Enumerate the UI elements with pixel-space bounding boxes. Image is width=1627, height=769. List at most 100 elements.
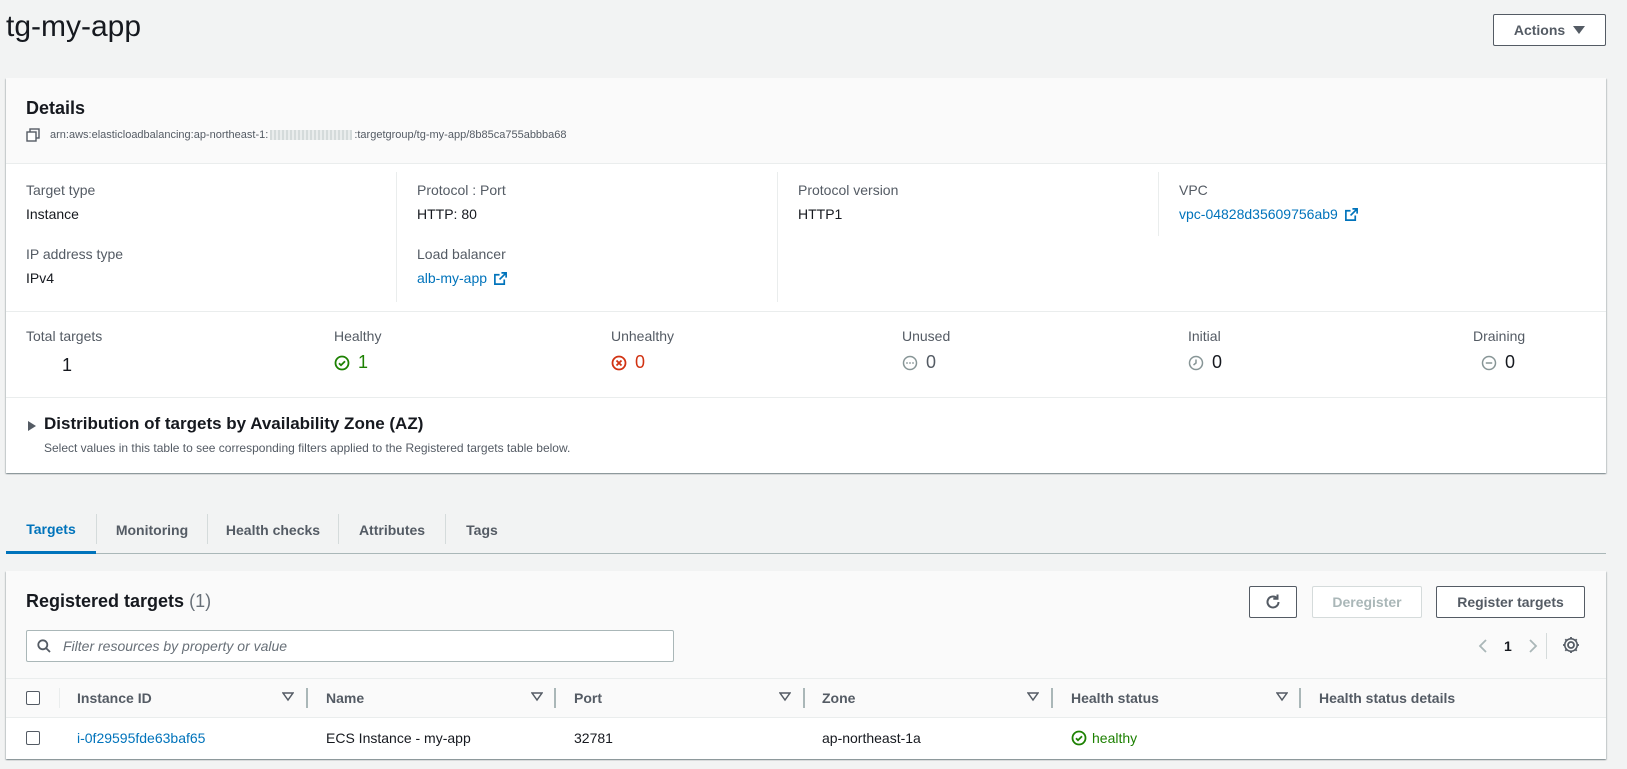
column-header-zone[interactable]: Zone: [822, 679, 855, 717]
info-column-2: Protocol : Port HTTP: 80 Load balancer a…: [396, 172, 777, 302]
protocol-version-field: Protocol version HTTP1: [798, 182, 898, 222]
registered-targets-count: (1): [189, 591, 212, 611]
vpc-value: vpc-04828d35609756ab9: [1179, 206, 1338, 222]
sort-icon[interactable]: [1276, 692, 1288, 702]
stat-unhealthy-label: Unhealthy: [611, 328, 675, 344]
registered-targets-header: Registered targets (1) Deregister Regist…: [6, 571, 1606, 678]
refresh-button[interactable]: [1249, 586, 1297, 618]
instance-port: 32781: [574, 730, 613, 746]
stat-healthy[interactable]: Healthy 1: [334, 328, 381, 373]
instance-name: ECS Instance - my-app: [326, 730, 471, 746]
vpc-label: VPC: [1179, 182, 1208, 198]
select-all-checkbox[interactable]: [26, 691, 40, 705]
az-distribution-section: Distribution of targets by Availability …: [6, 398, 1606, 473]
protocol-version-value: HTTP1: [798, 206, 843, 222]
info-column-4: VPC vpc-04828d35609756ab9: [1158, 172, 1606, 236]
chevron-left-icon[interactable]: [1472, 635, 1494, 657]
copy-icon[interactable]: [26, 128, 40, 142]
tab-attributes[interactable]: Attributes: [339, 506, 445, 554]
az-distribution-toggle[interactable]: Distribution of targets by Availability …: [44, 414, 423, 434]
chevron-right-icon[interactable]: [1522, 635, 1544, 657]
stat-unused[interactable]: Unused 0: [902, 328, 950, 373]
load-balancer-link[interactable]: alb-my-app: [417, 270, 508, 286]
column-header-health-status[interactable]: Health status: [1071, 679, 1159, 717]
stat-healthy-count: 1: [358, 352, 369, 372]
column-divider[interactable]: [1299, 688, 1301, 708]
row-checkbox[interactable]: [26, 731, 40, 745]
x-circle-icon: [611, 355, 627, 370]
column-divider: [59, 688, 60, 708]
stat-initial-label: Initial: [1188, 328, 1221, 344]
stat-unused-count: 0: [926, 352, 937, 372]
stat-draining-value: 0: [1473, 352, 1525, 373]
tab-tags[interactable]: Tags: [446, 506, 518, 554]
page-title: tg-my-app: [6, 10, 142, 43]
tab-monitoring[interactable]: Monitoring: [97, 506, 207, 554]
stat-draining[interactable]: Draining 0: [1473, 328, 1525, 373]
tab-health-checks[interactable]: Health checks: [208, 506, 338, 554]
page-number[interactable]: 1: [1504, 638, 1512, 654]
info-column-3: Protocol version HTTP1: [777, 172, 1158, 302]
ip-address-type-value: IPv4: [26, 270, 55, 286]
stat-unhealthy[interactable]: Unhealthy 0: [611, 328, 674, 373]
stat-initial[interactable]: Initial 0: [1188, 328, 1222, 373]
arn-row: arn:aws:elasticloadbalancing:ap-northeas…: [26, 128, 567, 142]
registered-targets-title-text: Registered targets: [26, 591, 185, 611]
column-header-name[interactable]: Name: [326, 679, 364, 717]
stat-unhealthy-count: 0: [635, 352, 646, 372]
column-divider[interactable]: [1051, 688, 1053, 708]
protocol-port-value: HTTP: 80: [417, 206, 477, 222]
column-header-instance-id[interactable]: Instance ID: [77, 679, 152, 717]
stat-initial-value: 0: [1188, 352, 1222, 373]
ellipsis-circle-icon: [902, 355, 918, 370]
info-column-1: Target type Instance IP address type IPv…: [6, 172, 396, 302]
actions-label: Actions: [1513, 22, 1566, 38]
vpc-link[interactable]: vpc-04828d35609756ab9: [1179, 206, 1359, 222]
instance-zone: ap-northeast-1a: [822, 730, 921, 746]
refresh-icon: [1266, 594, 1280, 609]
arn-prefix: arn:aws:elasticloadbalancing:ap-northeas…: [50, 129, 269, 141]
column-divider[interactable]: [554, 688, 556, 708]
filter-search-input[interactable]: [61, 637, 661, 655]
load-balancer-field: Load balancer alb-my-app: [417, 246, 508, 286]
registered-targets-title: Registered targets (1): [26, 591, 211, 612]
gear-icon[interactable]: [1561, 635, 1581, 655]
stat-unhealthy-value: 0: [611, 352, 674, 373]
registered-targets-panel: Registered targets (1) Deregister Regist…: [6, 571, 1606, 759]
filter-search-box[interactable]: [26, 630, 674, 662]
stat-unused-value: 0: [902, 352, 950, 373]
health-status-text: healthy: [1092, 730, 1138, 746]
table-header-row: Instance ID Name Port Zone Health status…: [6, 678, 1606, 718]
check-circle-icon: [1071, 730, 1087, 746]
pagination-divider: [1546, 633, 1547, 659]
health-status: healthy: [1071, 718, 1137, 758]
actions-button[interactable]: Actions: [1493, 14, 1606, 46]
stat-unused-label: Unused: [902, 328, 951, 344]
redacted-account-id: [270, 130, 353, 140]
arn-suffix: :targetgroup/tg-my-app/8b85ca755abbba68: [354, 129, 567, 141]
sort-icon[interactable]: [531, 692, 543, 702]
stat-healthy-label: Healthy: [334, 328, 382, 344]
column-divider[interactable]: [306, 688, 308, 708]
stat-draining-count: 0: [1505, 352, 1516, 372]
tab-targets[interactable]: Targets: [6, 506, 96, 554]
protocol-port-field: Protocol : Port HTTP: 80: [417, 182, 506, 222]
caret-right-icon[interactable]: [28, 421, 36, 431]
column-divider[interactable]: [803, 688, 805, 708]
target-type-value: Instance: [26, 206, 79, 222]
deregister-button[interactable]: Deregister: [1312, 586, 1422, 618]
external-link-icon: [1344, 207, 1358, 221]
load-balancer-label: Load balancer: [417, 246, 506, 262]
caret-down-icon: [1573, 26, 1586, 34]
info-grid: Target type Instance IP address type IPv…: [6, 164, 1606, 312]
register-targets-button[interactable]: Register targets: [1436, 586, 1585, 618]
sort-icon[interactable]: [1027, 692, 1039, 702]
sort-icon[interactable]: [282, 692, 294, 702]
stat-draining-label: Draining: [1473, 328, 1526, 344]
column-header-health-status-details[interactable]: Health status details: [1319, 679, 1455, 717]
sort-icon[interactable]: [779, 692, 791, 702]
target-stats-row: Total targets 1 Healthy 1 Unhealthy 0 Un…: [6, 312, 1606, 398]
column-header-port[interactable]: Port: [574, 679, 602, 717]
load-balancer-value: alb-my-app: [417, 270, 488, 286]
instance-id-link[interactable]: i-0f29595fde63baf65: [77, 718, 205, 758]
